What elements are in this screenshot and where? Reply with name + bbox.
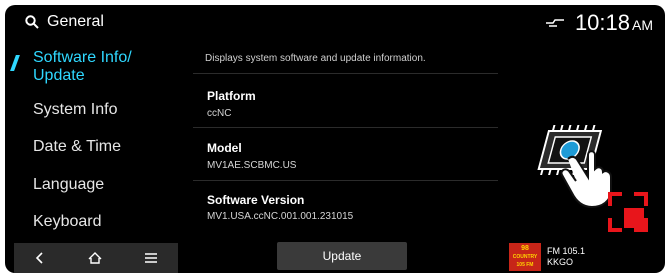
radio-station: FM 105.1 (547, 246, 586, 256)
infotainment-screen: General 10:18 AM Software Info/ Update Sy… (5, 5, 665, 273)
sidebar-item-date-time[interactable]: Date & Time (33, 138, 121, 156)
clock-ampm: AM (632, 17, 653, 33)
row-title: Model (207, 141, 242, 155)
search-button[interactable]: General (25, 13, 104, 31)
home-icon[interactable] (88, 252, 102, 264)
radio-callsign: KKGO (547, 257, 574, 267)
row-value: MV1AE.SCBMC.US (207, 160, 297, 171)
sidebar-item-label: Software Info/ (33, 49, 132, 66)
clock-time: 10:18 (574, 10, 630, 35)
active-indicator (10, 55, 20, 71)
row-title: Software Version (207, 193, 305, 207)
search-label: General (47, 13, 104, 30)
status-area: 10:18 AM (545, 10, 653, 36)
info-row-platform: Platform ccNC (193, 73, 498, 127)
bottom-nav (14, 243, 178, 273)
sidebar-item-software-info-update[interactable]: Software Info/ Update (33, 49, 132, 85)
row-value: ccNC (207, 108, 232, 119)
content-panel: Displays system software and update info… (193, 45, 498, 235)
signal-icon (545, 14, 565, 32)
station-logo-number: 98 (521, 245, 529, 252)
radio-info: FM 105.1 KKGO (547, 246, 585, 268)
sidebar-item-label: Update (33, 67, 85, 84)
info-row-software-version: Software Version MV1.USA.ccNC.001.001.23… (193, 180, 498, 236)
radio-widget[interactable]: 98 COUNTRY 105 FM FM 105.1 KKGO (509, 242, 659, 272)
row-value: MV1.USA.ccNC.001.001.231015 (207, 211, 354, 222)
info-row-model: Model MV1AE.SCBMC.US (193, 127, 498, 181)
back-icon[interactable] (35, 252, 45, 264)
station-logo-genre: COUNTRY (512, 254, 538, 260)
red-indicator-icon (608, 192, 648, 237)
top-bar: General 10:18 AM (5, 5, 665, 39)
clock: 10:18 AM (575, 10, 653, 36)
update-button[interactable]: Update (277, 242, 407, 270)
search-icon (25, 15, 39, 29)
page-description: Displays system software and update info… (205, 53, 426, 64)
row-title: Platform (207, 89, 256, 103)
sidebar-item-language[interactable]: Language (33, 176, 104, 194)
sidebar-item-system-info[interactable]: System Info (33, 101, 117, 119)
station-logo: 98 COUNTRY 105 FM (509, 243, 541, 271)
sidebar-item-keyboard[interactable]: Keyboard (33, 213, 102, 231)
menu-icon[interactable] (144, 253, 157, 263)
station-logo-frequency: 105 FM (516, 262, 534, 268)
